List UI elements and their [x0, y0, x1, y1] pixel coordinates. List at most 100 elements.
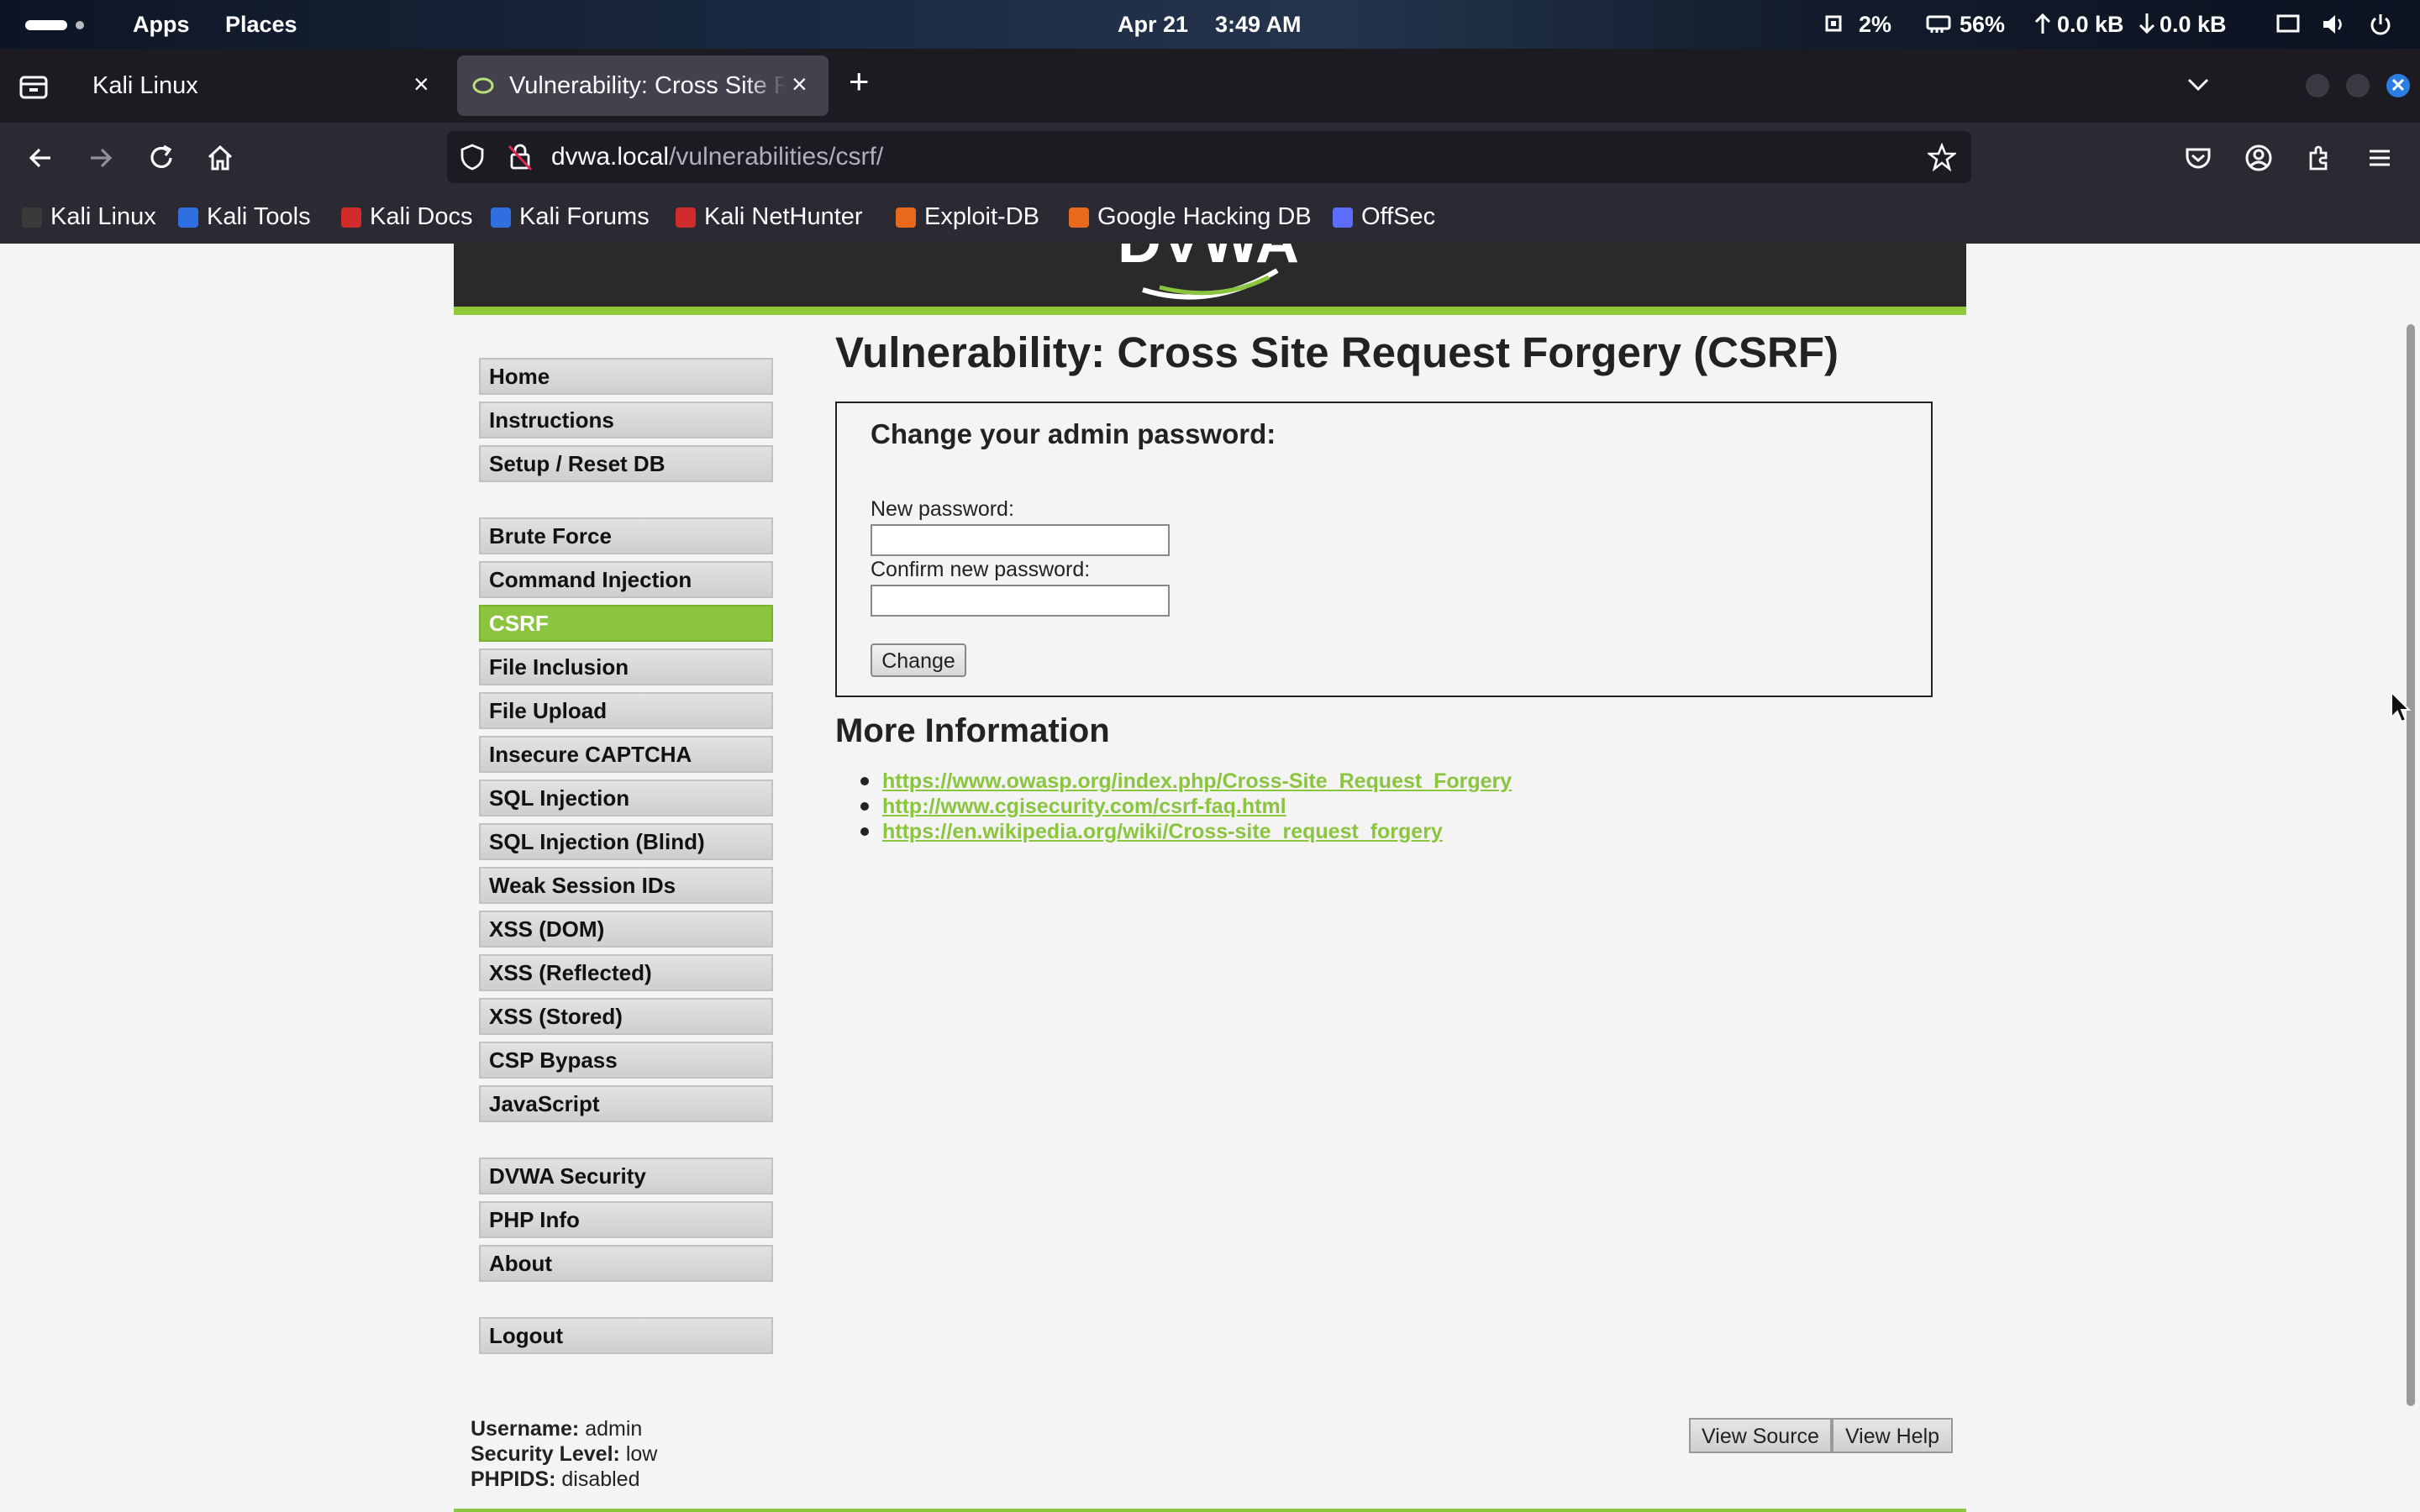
- menu-php-info[interactable]: PHP Info: [479, 1201, 773, 1238]
- link-cgisecurity-csrf-faq[interactable]: http://www.cgisecurity.com/csrf-faq.html: [860, 795, 1286, 819]
- bookmarks-bar: Kali Linux Kali Tools Kali Docs Kali For…: [0, 193, 2420, 244]
- link-owasp-csrf[interactable]: https://www.owasp.org/index.php/Cross-Si…: [860, 769, 1512, 794]
- bookmark-star-icon[interactable]: [1928, 143, 1956, 171]
- menu-weak-session-ids[interactable]: Weak Session IDs: [479, 867, 773, 904]
- tab-csrf[interactable]: Vulnerability: Cross Site Request Forger…: [457, 55, 829, 116]
- tab-kali-linux[interactable]: Kali Linux ×: [72, 55, 447, 116]
- bookmark-offsec[interactable]: OffSec: [1333, 203, 1435, 231]
- phpids-row: PHPIDS: disabled: [471, 1467, 657, 1492]
- menu-logout[interactable]: Logout: [479, 1317, 773, 1354]
- download-rate: 0.0 kB: [2160, 12, 2227, 37]
- bookmark-label: Google Hacking DB: [1097, 203, 1312, 230]
- url-bar[interactable]: dvwa.local/vulnerabilities/csrf/: [447, 131, 1971, 183]
- username-label: Username:: [471, 1417, 580, 1441]
- menu-insecure-captcha[interactable]: Insecure CAPTCHA: [479, 736, 773, 773]
- link-text[interactable]: https://en.wikipedia.org/wiki/Cross-site…: [882, 820, 1443, 843]
- menu-sql-injection[interactable]: SQL Injection: [479, 780, 773, 816]
- hamburger-menu-icon[interactable]: [2365, 143, 2395, 173]
- scrollbar-thumb[interactable]: [2407, 324, 2415, 1406]
- link-wikipedia-csrf[interactable]: https://en.wikipedia.org/wiki/Cross-site…: [860, 820, 1443, 844]
- menu-file-upload[interactable]: File Upload: [479, 692, 773, 729]
- account-icon[interactable]: [2244, 143, 2274, 173]
- menu-xss-dom[interactable]: XSS (DOM): [479, 911, 773, 948]
- view-source-button[interactable]: View Source: [1689, 1418, 1832, 1453]
- firefox-view-icon[interactable]: [18, 74, 49, 101]
- upload-rate: 0.0 kB: [2057, 12, 2124, 37]
- menu-sql-injection-blind[interactable]: SQL Injection (Blind): [479, 823, 773, 860]
- reload-icon[interactable]: [146, 143, 176, 173]
- menu-command-injection[interactable]: Command Injection: [479, 561, 773, 598]
- dvwa-logo-icon: DVWA: [1118, 244, 1299, 300]
- tracking-shield-icon[interactable]: [459, 143, 486, 171]
- volume-icon[interactable]: [2321, 13, 2346, 36]
- tab-close-icon[interactable]: ×: [413, 69, 429, 100]
- tab-close-icon[interactable]: ×: [792, 69, 808, 100]
- bookmark-kali-docs[interactable]: Kali Docs: [341, 203, 473, 231]
- menu-xss-stored[interactable]: XSS (Stored): [479, 998, 773, 1035]
- insecure-lock-icon[interactable]: [508, 143, 533, 171]
- home-icon[interactable]: [205, 143, 235, 173]
- menu-csrf[interactable]: CSRF: [479, 605, 773, 642]
- phpids-value: disabled: [561, 1467, 640, 1491]
- view-help-button[interactable]: View Help: [1832, 1418, 1953, 1453]
- kali-docs-icon: [341, 207, 361, 228]
- pocket-icon[interactable]: [2183, 143, 2213, 173]
- new-tab-button[interactable]: +: [849, 64, 870, 99]
- bookmark-google-hacking-db[interactable]: Google Hacking DB: [1069, 203, 1312, 231]
- username-value: admin: [585, 1417, 643, 1441]
- menu-brute-force[interactable]: Brute Force: [479, 517, 773, 554]
- maximize-button[interactable]: [2346, 74, 2370, 97]
- menu-instructions[interactable]: Instructions: [479, 402, 773, 438]
- confirm-password-input[interactable]: [871, 585, 1170, 617]
- bookmark-kali-tools[interactable]: Kali Tools: [178, 203, 311, 231]
- extensions-icon[interactable]: [2304, 143, 2334, 173]
- kali-forums-icon: [491, 207, 511, 228]
- power-icon[interactable]: [2368, 12, 2393, 37]
- memory-icon: [1926, 15, 1951, 33]
- time-label[interactable]: 3:49 AM: [1215, 12, 1302, 38]
- workspace-dot[interactable]: [76, 21, 84, 29]
- kali-tools-icon: [178, 207, 198, 228]
- page-viewport: DVWA Home Instructions Setup / Reset DB …: [0, 244, 2405, 1512]
- places-menu[interactable]: Places: [225, 12, 297, 38]
- url-path: /vulnerabilities/csrf/: [669, 143, 884, 171]
- menu-about[interactable]: About: [479, 1245, 773, 1282]
- cpu-usage: 2%: [1859, 12, 1892, 37]
- back-arrow-icon[interactable]: [25, 143, 55, 173]
- change-button[interactable]: Change: [871, 643, 966, 677]
- menu-csp-bypass[interactable]: CSP Bypass: [479, 1042, 773, 1079]
- forward-arrow-icon[interactable]: [86, 143, 116, 173]
- menu-home[interactable]: Home: [479, 358, 773, 395]
- date-label[interactable]: Apr 21: [1118, 12, 1188, 38]
- phpids-label: PHPIDS:: [471, 1467, 556, 1491]
- screen-icon[interactable]: [2275, 13, 2301, 36]
- tab-strip: Kali Linux × Vulnerability: Cross Site R…: [0, 49, 2420, 123]
- kali-nethunter-icon: [676, 207, 696, 228]
- window-close-button[interactable]: ✕: [2386, 74, 2410, 97]
- bookmark-label: Kali Forums: [519, 203, 650, 230]
- minimize-button[interactable]: [2306, 74, 2329, 97]
- link-text[interactable]: http://www.cgisecurity.com/csrf-faq.html: [882, 795, 1286, 818]
- workspace-indicator[interactable]: [25, 20, 67, 30]
- bookmark-kali-nethunter[interactable]: Kali NetHunter: [676, 203, 863, 231]
- new-password-input[interactable]: [871, 524, 1170, 556]
- menu-dvwa-security[interactable]: DVWA Security: [479, 1158, 773, 1194]
- link-text[interactable]: https://www.owasp.org/index.php/Cross-Si…: [882, 769, 1512, 793]
- username-row: Username: admin: [471, 1416, 657, 1441]
- menu-xss-reflected[interactable]: XSS (Reflected): [479, 954, 773, 991]
- confirm-password-label: Confirm new password:: [871, 558, 1091, 581]
- menu-file-inclusion[interactable]: File Inclusion: [479, 648, 773, 685]
- url-text[interactable]: dvwa.local/vulnerabilities/csrf/: [551, 143, 883, 171]
- security-level-value: low: [625, 1442, 658, 1466]
- bookmark-label: Kali Tools: [207, 203, 311, 230]
- tab-list-chevron-icon[interactable]: [2185, 72, 2212, 96]
- menu-javascript[interactable]: JavaScript: [479, 1085, 773, 1122]
- security-level-label: Security Level:: [471, 1442, 620, 1466]
- bookmark-kali-forums[interactable]: Kali Forums: [491, 203, 650, 231]
- menu-setup-reset-db[interactable]: Setup / Reset DB: [479, 445, 773, 482]
- bookmark-exploit-db[interactable]: Exploit-DB: [896, 203, 1039, 231]
- google-hacking-db-icon: [1069, 207, 1089, 228]
- apps-menu[interactable]: Apps: [133, 12, 190, 38]
- upload-arrow-icon: [2034, 13, 2051, 34]
- bookmark-kali-linux[interactable]: Kali Linux: [22, 203, 156, 231]
